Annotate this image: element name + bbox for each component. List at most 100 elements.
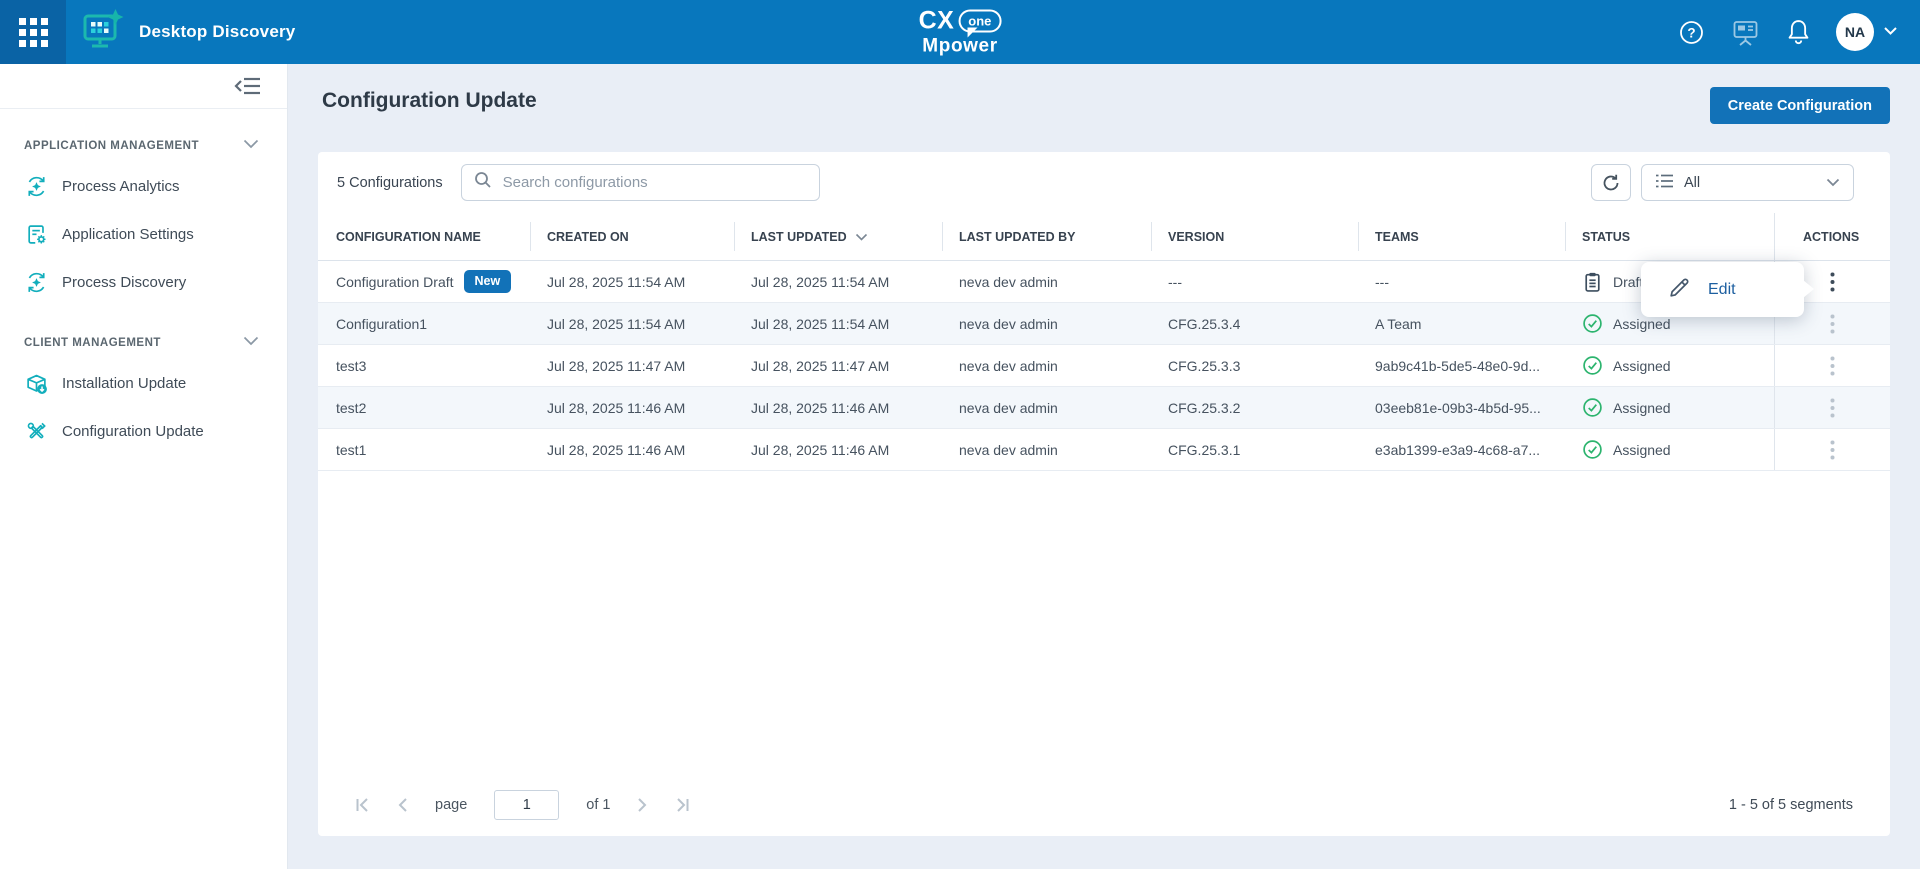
process-analytics-icon bbox=[24, 174, 48, 198]
sidebar-item-configuration-update[interactable]: Configuration Update bbox=[0, 407, 287, 455]
cell-version: CFG.25.3.4 bbox=[1152, 303, 1359, 344]
search-icon bbox=[474, 171, 492, 194]
sidebar-item-label: Process Analytics bbox=[62, 178, 180, 195]
cxone-mpower-logo: CX one Mpower bbox=[919, 9, 1002, 56]
waffle-grid-icon bbox=[19, 18, 48, 47]
help-icon[interactable]: ? bbox=[1678, 19, 1705, 46]
cell-teams: 9ab9c41b-5de5-48e0-9d... bbox=[1359, 345, 1566, 386]
column-header-label: STATUS bbox=[1582, 230, 1630, 244]
column-header-teams[interactable]: TEAMS bbox=[1359, 213, 1566, 260]
cell-status: Assigned bbox=[1566, 429, 1774, 470]
configurations-count: 5 Configurations bbox=[337, 175, 443, 191]
next-page-button[interactable] bbox=[637, 797, 648, 813]
filter-dropdown[interactable]: All bbox=[1641, 164, 1854, 201]
cell-actions bbox=[1774, 345, 1890, 386]
configuration-name: test2 bbox=[336, 400, 366, 416]
user-menu[interactable]: NA bbox=[1836, 13, 1898, 51]
column-header-label: CREATED ON bbox=[547, 230, 629, 244]
cell-last-updated-by: neva dev admin bbox=[943, 345, 1152, 386]
chevron-down-icon bbox=[243, 336, 259, 349]
row-actions-menu-button[interactable] bbox=[1818, 393, 1848, 423]
cell-configuration-name: Configuration1 bbox=[318, 303, 531, 344]
top-navigation-bar: Desktop Discovery CX one Mpower ? bbox=[0, 0, 1920, 64]
cell-version: CFG.25.3.2 bbox=[1152, 387, 1359, 428]
installation-update-icon bbox=[24, 371, 48, 395]
cell-teams: e3ab1399-e3a9-4c68-a7... bbox=[1359, 429, 1566, 470]
page-number-input[interactable] bbox=[494, 790, 559, 820]
sidebar-section-header[interactable]: CLIENT MANAGEMENT bbox=[0, 336, 287, 349]
app-launcher-button[interactable] bbox=[0, 0, 66, 64]
search-input[interactable] bbox=[501, 173, 807, 192]
sidebar-item-process-discovery[interactable]: Process Discovery bbox=[0, 258, 287, 306]
sidebar-item-process-analytics[interactable]: Process Analytics bbox=[0, 162, 287, 210]
cell-teams: A Team bbox=[1359, 303, 1566, 344]
avatar: NA bbox=[1836, 13, 1874, 51]
section-label: CLIENT MANAGEMENT bbox=[24, 337, 161, 349]
app-title: Desktop Discovery bbox=[139, 22, 295, 42]
column-header-configuration-name[interactable]: CONFIGURATION NAME bbox=[318, 213, 531, 260]
chevron-down-icon bbox=[1826, 178, 1840, 187]
assigned-check-icon bbox=[1582, 313, 1603, 334]
row-actions-menu-button[interactable] bbox=[1818, 435, 1848, 465]
cell-last-updated: Jul 28, 2025 11:46 AM bbox=[735, 387, 943, 428]
row-actions-menu-button[interactable] bbox=[1818, 351, 1848, 381]
edit-pencil-icon bbox=[1667, 275, 1692, 305]
sidebar-item-application-settings[interactable]: Application Settings bbox=[0, 210, 287, 258]
cell-teams: 03eeb81e-09b3-4b5d-95... bbox=[1359, 387, 1566, 428]
configuration-name: Configuration Draft bbox=[336, 274, 454, 290]
search-box bbox=[461, 164, 820, 201]
sidebar-item-label: Configuration Update bbox=[62, 423, 204, 440]
table-row: test3Jul 28, 2025 11:47 AMJul 28, 2025 1… bbox=[318, 345, 1890, 387]
previous-page-button[interactable] bbox=[397, 797, 408, 813]
new-badge: New bbox=[464, 270, 512, 293]
row-actions-menu-button[interactable] bbox=[1818, 309, 1848, 339]
column-header-created-on[interactable]: CREATED ON bbox=[531, 213, 735, 260]
sort-chevron-icon bbox=[855, 230, 868, 244]
chevron-down-icon bbox=[243, 139, 259, 152]
cell-created-on: Jul 28, 2025 11:54 AM bbox=[531, 261, 735, 302]
table-header: CONFIGURATION NAME CREATED ON LAST UPDATED… bbox=[318, 213, 1890, 261]
notifications-bell-icon[interactable] bbox=[1786, 18, 1811, 46]
status-label: Assigned bbox=[1613, 442, 1671, 458]
configuration-name: test1 bbox=[336, 442, 366, 458]
cell-configuration-name: test3 bbox=[318, 345, 531, 386]
configuration-update-icon bbox=[24, 419, 48, 443]
table-row: test2Jul 28, 2025 11:46 AMJul 28, 2025 1… bbox=[318, 387, 1890, 429]
column-header-status[interactable]: STATUS bbox=[1566, 213, 1774, 260]
status-label: Assigned bbox=[1613, 358, 1671, 374]
cell-last-updated-by: neva dev admin bbox=[943, 387, 1152, 428]
column-header-label: TEAMS bbox=[1375, 230, 1419, 244]
cell-teams: --- bbox=[1359, 261, 1566, 302]
sidebar-section-header[interactable]: APPLICATION MANAGEMENT bbox=[0, 139, 287, 152]
row-context-menu: Edit bbox=[1641, 262, 1804, 317]
column-header-last-updated-by[interactable]: LAST UPDATED BY bbox=[943, 213, 1152, 260]
last-page-button[interactable] bbox=[675, 797, 690, 813]
column-header-last-updated[interactable]: LAST UPDATED bbox=[735, 213, 943, 260]
cell-configuration-name: test1 bbox=[318, 429, 531, 470]
draft-clipboard-icon bbox=[1582, 271, 1603, 293]
refresh-button[interactable] bbox=[1591, 164, 1631, 201]
status-label: Assigned bbox=[1613, 400, 1671, 416]
process-discovery-icon bbox=[24, 270, 48, 294]
row-actions-menu-button[interactable] bbox=[1818, 267, 1848, 297]
cell-version: CFG.25.3.1 bbox=[1152, 429, 1359, 470]
logo-cx: CX bbox=[919, 9, 955, 34]
cell-status: Assigned bbox=[1566, 387, 1774, 428]
cell-last-updated: Jul 28, 2025 11:54 AM bbox=[735, 303, 943, 344]
sidebar-item-installation-update[interactable]: Installation Update bbox=[0, 359, 287, 407]
presentation-icon[interactable] bbox=[1730, 18, 1761, 47]
collapse-sidebar-icon[interactable] bbox=[234, 76, 261, 96]
first-page-button[interactable] bbox=[355, 797, 370, 813]
sidebar: APPLICATION MANAGEMENT Process Analytics A… bbox=[0, 64, 288, 869]
cell-last-updated-by: neva dev admin bbox=[943, 429, 1152, 470]
desktop-discovery-app-icon bbox=[79, 8, 125, 57]
column-header-actions[interactable]: ACTIONS bbox=[1774, 213, 1890, 260]
create-configuration-button[interactable]: Create Configuration bbox=[1710, 87, 1890, 124]
configuration-name: Configuration1 bbox=[336, 316, 427, 332]
cell-last-updated: Jul 28, 2025 11:47 AM bbox=[735, 345, 943, 386]
cell-status: Assigned bbox=[1566, 345, 1774, 386]
column-header-version[interactable]: VERSION bbox=[1152, 213, 1359, 260]
page-title: Configuration Update bbox=[322, 89, 537, 113]
context-menu-edit[interactable]: Edit bbox=[1641, 262, 1804, 317]
status-label: Assigned bbox=[1613, 316, 1671, 332]
